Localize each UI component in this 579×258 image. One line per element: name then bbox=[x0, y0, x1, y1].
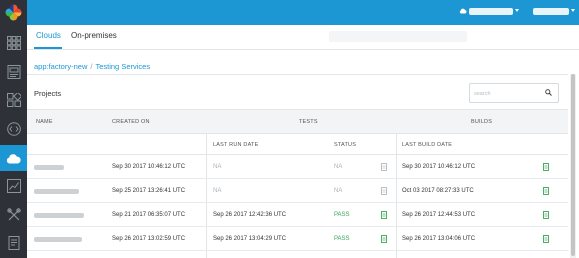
table-row[interactable]: Sep 25 2017 13:26:41 UTC NA NA Oct 03 20… bbox=[27, 180, 568, 203]
tools-icon[interactable] bbox=[0, 202, 27, 228]
scrollbar[interactable] bbox=[570, 74, 576, 258]
column-header-status[interactable]: STATUS bbox=[334, 142, 356, 148]
last-run-date: Sep 26 2017 12:42:36 UTC bbox=[213, 212, 287, 218]
last-run-date: Sep 26 2017 13:04:29 UTC bbox=[213, 236, 287, 242]
column-header-created-on[interactable]: CREATED ON bbox=[112, 119, 150, 125]
analytics-icon[interactable] bbox=[0, 173, 27, 199]
report-icon[interactable] bbox=[381, 211, 387, 219]
top-bar bbox=[27, 0, 579, 25]
active-tab-indicator bbox=[34, 47, 62, 49]
created-on: Sep 25 2017 13:26:41 UTC bbox=[112, 188, 186, 194]
user-menu[interactable] bbox=[533, 8, 569, 15]
project-name[interactable] bbox=[34, 165, 64, 170]
column-header-name[interactable]: NAME bbox=[36, 119, 53, 125]
tab-on-premises[interactable]: On-premises bbox=[71, 31, 117, 40]
table-subheader: LAST RUN DATE STATUS LAST BUILD DATE bbox=[27, 134, 568, 155]
chevron-down-icon[interactable] bbox=[571, 9, 575, 12]
search-input[interactable] bbox=[474, 89, 544, 98]
column-header-last-run-date[interactable]: LAST RUN DATE bbox=[213, 142, 259, 148]
account-selector[interactable] bbox=[469, 8, 513, 15]
breadcrumb-current[interactable]: Testing Services bbox=[95, 62, 150, 71]
test-status: NA bbox=[334, 164, 343, 170]
test-status: PASS bbox=[334, 212, 350, 218]
created-on: Sep 30 2017 10:46:12 UTC bbox=[112, 164, 186, 170]
sidebar bbox=[0, 0, 27, 258]
search-icon[interactable] bbox=[545, 89, 552, 96]
build-report-icon[interactable] bbox=[543, 163, 549, 171]
last-build-date: Sep 26 2017 12:44:53 UTC bbox=[402, 212, 476, 218]
column-header-tests: TESTS bbox=[299, 119, 318, 125]
column-header-last-build-date[interactable]: LAST BUILD DATE bbox=[402, 142, 452, 148]
created-on: Sep 21 2017 06:35:07 UTC bbox=[112, 212, 186, 218]
last-build-date: Sep 26 2017 13:04:06 UTC bbox=[402, 236, 476, 242]
created-on: Sep 26 2017 13:02:59 UTC bbox=[112, 236, 186, 242]
project-name[interactable] bbox=[34, 213, 84, 218]
report-icon[interactable] bbox=[381, 235, 387, 243]
breadcrumb-root[interactable]: app:factory-new bbox=[34, 62, 87, 71]
components-icon[interactable] bbox=[0, 87, 27, 113]
table-header: NAME CREATED ON TESTS BUILDS bbox=[27, 109, 568, 134]
dashboard-icon[interactable] bbox=[0, 59, 27, 85]
chevron-down-icon[interactable] bbox=[515, 9, 519, 12]
breadcrumb-separator: / bbox=[90, 62, 93, 71]
scrollbar-thumb[interactable] bbox=[571, 74, 575, 256]
build-report-icon[interactable] bbox=[543, 211, 549, 219]
panel-title: Projects bbox=[34, 89, 62, 98]
column-header-builds: BUILDS bbox=[471, 119, 493, 125]
tab-clouds[interactable]: Clouds bbox=[36, 31, 61, 40]
build-report-icon[interactable] bbox=[543, 187, 549, 195]
code-icon[interactable] bbox=[0, 116, 27, 142]
cloud-icon bbox=[459, 8, 467, 14]
last-run-date: NA bbox=[213, 188, 222, 194]
report-icon[interactable] bbox=[381, 163, 387, 171]
project-name[interactable] bbox=[34, 237, 82, 242]
test-status: NA bbox=[334, 188, 343, 194]
last-run-date: NA bbox=[213, 164, 222, 170]
table-row[interactable]: Sep 26 2017 13:02:59 UTC Sep 26 2017 13:… bbox=[27, 228, 568, 251]
project-name[interactable] bbox=[34, 189, 79, 194]
build-report-icon[interactable] bbox=[543, 235, 549, 243]
header-placeholder bbox=[329, 31, 467, 42]
report-icon[interactable] bbox=[381, 187, 387, 195]
table-row[interactable]: Sep 30 2017 10:46:12 UTC NA NA Sep 30 20… bbox=[27, 156, 568, 179]
breadcrumb: app:factory-new / Testing Services bbox=[34, 62, 150, 71]
last-build-date: Oct 03 2017 08:27:33 UTC bbox=[402, 188, 474, 194]
cloud-icon[interactable] bbox=[0, 145, 27, 171]
grid-icon[interactable] bbox=[0, 30, 27, 56]
test-status: PASS bbox=[334, 236, 350, 242]
search-box[interactable] bbox=[469, 83, 559, 103]
tabs-bar: Clouds On-premises bbox=[27, 25, 579, 50]
document-icon[interactable] bbox=[0, 230, 27, 256]
pinwheel-logo[interactable] bbox=[0, 0, 27, 25]
last-build-date: Sep 30 2017 10:46:12 UTC bbox=[402, 164, 476, 170]
table-row[interactable]: Sep 21 2017 06:35:07 UTC Sep 26 2017 12:… bbox=[27, 204, 568, 227]
